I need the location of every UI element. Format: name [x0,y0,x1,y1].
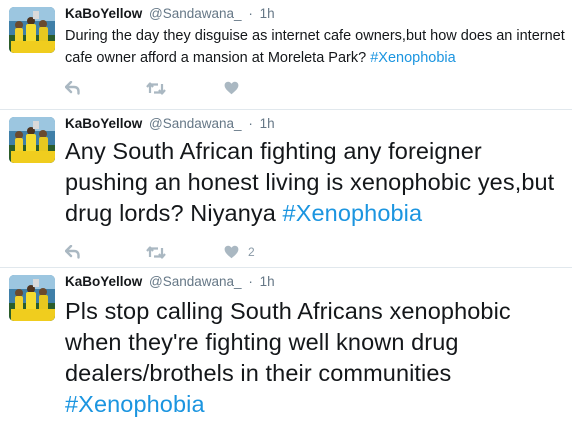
tweet-text: During the day they disguise as internet… [65,25,566,69]
profile-photo [9,117,55,163]
like-button[interactable] [224,81,248,95]
tweet-header: KaBoYellow @Sandawana_ · 1h [65,274,275,290]
tweet-actions: 2 [65,242,255,262]
timestamp[interactable]: 1h [260,116,275,131]
tweet-actions [65,78,248,98]
display-name[interactable]: KaBoYellow [65,116,142,131]
tweet-header: KaBoYellow @Sandawana_ · 1h [65,6,275,22]
separator-dot: · [248,6,253,21]
tweet[interactable]: KaBoYellow @Sandawana_ · 1h During the d… [0,0,572,110]
tweet-body: During the day they disguise as internet… [65,28,565,66]
hashtag-link[interactable]: #Xenophobia [65,391,205,417]
tweet-header: KaBoYellow @Sandawana_ · 1h [65,116,275,132]
separator-dot: · [248,116,253,131]
hashtag-link[interactable]: #Xenophobia [370,50,455,66]
timestamp[interactable]: 1h [260,6,275,21]
avatar[interactable] [9,7,55,53]
tweet[interactable]: KaBoYellow @Sandawana_ · 1h Any South Af… [0,110,572,268]
user-handle[interactable]: @Sandawana_ [149,274,242,289]
tweet[interactable]: KaBoYellow @Sandawana_ · 1h Pls stop cal… [0,268,572,436]
heart-icon [224,245,239,259]
retweet-button[interactable] [146,245,224,259]
retweet-icon [146,81,166,95]
display-name[interactable]: KaBoYellow [65,6,142,21]
like-count: 2 [248,245,255,259]
tweet-text: Pls stop calling South Africans xenophob… [65,296,566,420]
hashtag-link[interactable]: #Xenophobia [283,200,423,226]
avatar[interactable] [9,117,55,163]
avatar[interactable] [9,275,55,321]
retweet-button[interactable] [146,81,224,95]
reply-button[interactable] [65,81,146,95]
tweet-timeline: KaBoYellow @Sandawana_ · 1h During the d… [0,0,572,436]
timestamp[interactable]: 1h [260,274,275,289]
profile-photo [9,7,55,53]
reply-icon [65,81,80,95]
display-name[interactable]: KaBoYellow [65,274,142,289]
reply-icon [65,245,80,259]
reply-button[interactable] [65,245,146,259]
separator-dot: · [248,274,253,289]
like-button[interactable]: 2 [224,245,255,259]
user-handle[interactable]: @Sandawana_ [149,6,242,21]
tweet-body: Pls stop calling South Africans xenophob… [65,298,511,386]
profile-photo [9,275,55,321]
user-handle[interactable]: @Sandawana_ [149,116,242,131]
tweet-text: Any South African fighting any foreigner… [65,136,566,229]
retweet-icon [146,245,166,259]
heart-icon [224,81,239,95]
